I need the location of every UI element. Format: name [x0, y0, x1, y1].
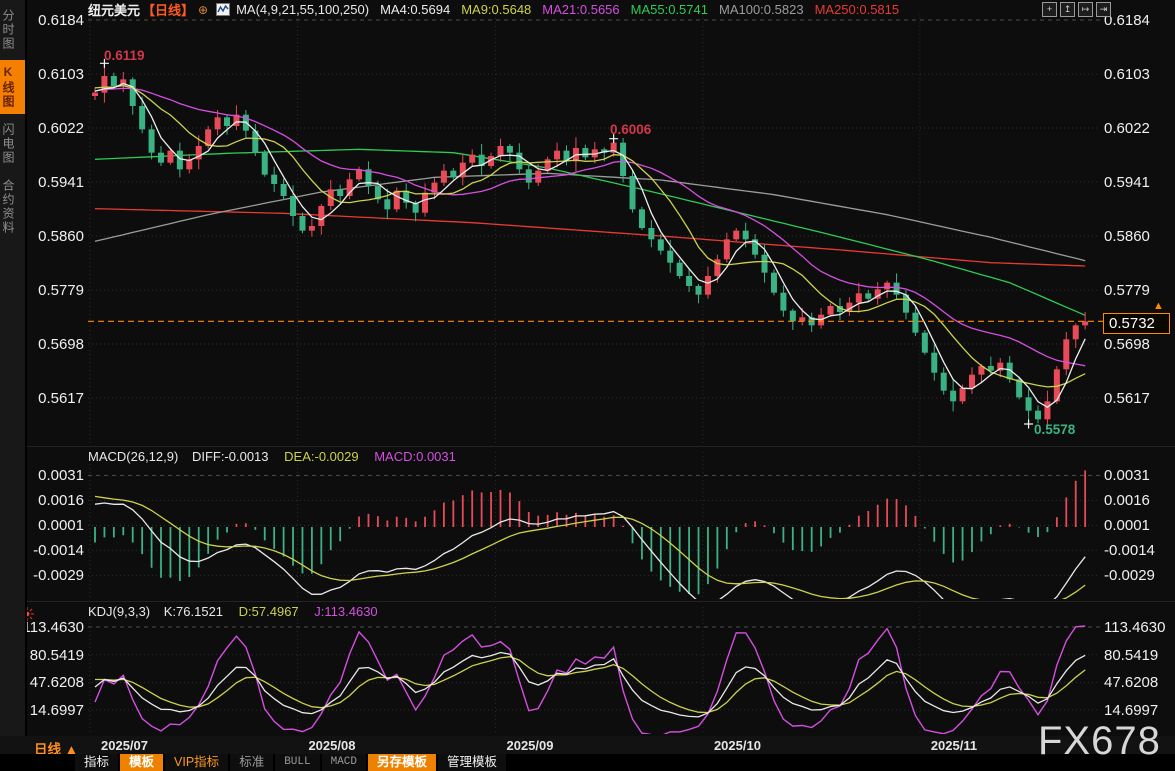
high-annotation-sept: 0.6006 [610, 122, 651, 137]
price-label-left: 0.6103 [28, 66, 84, 83]
current-price-label: 0.5732 [1103, 313, 1170, 334]
macd-header: MACD(26,12,9) DIFF:-0.0013 DEA:-0.0029 M… [88, 449, 456, 464]
ma-group-label: MA(4,9,21,55,100,250) [236, 2, 369, 17]
axis-scale-right-icon[interactable]: ↦ [1078, 2, 1093, 17]
kdj-label-right: 14.6997 [1104, 702, 1174, 719]
macd-dea-value: DEA:-0.0029 [284, 449, 358, 464]
month-label: 2025/08 [308, 738, 355, 753]
month-label: 2025/10 [714, 738, 761, 753]
link-icon[interactable]: ⊕ [198, 3, 208, 17]
price-label-right: 0.6103 [1104, 66, 1174, 83]
kdj-title[interactable]: KDJ(9,3,3) [88, 604, 150, 619]
price-label-right: 0.5941 [1104, 174, 1174, 191]
pan-icon[interactable]: + [1042, 2, 1057, 17]
bottom-tabs-row: 指标模板VIP指标标准BULLMACD另存模板管理模板 [0, 754, 1175, 771]
sidebar-item-kline-active[interactable]: K线图 [0, 60, 25, 114]
macd-label-left: -0.0029 [28, 567, 84, 584]
macd-label-right: 0.0001 [1104, 517, 1174, 534]
high-annotation-july: 0.6119 [104, 48, 145, 63]
ma-value-label: MA250:0.5815 [815, 2, 900, 17]
kdj-k-value: K:76.1521 [164, 604, 223, 619]
bottom-tab-[interactable]: 另存模板 [368, 754, 436, 771]
ma-value-label: MA4:0.5694 [380, 2, 450, 17]
kdj-label-right: 80.5419 [1104, 647, 1174, 664]
watermark: FX678 [1038, 719, 1161, 764]
bottom-tab-BULL[interactable]: BULL [275, 754, 319, 771]
macd-label-right: -0.0014 [1104, 542, 1174, 559]
price-label-left: 0.5941 [28, 174, 84, 191]
chart-toolbar: +↥↦⇥ [1042, 2, 1111, 17]
trading-app: 分时图 K线图闪电图合约资料 纽元美元 【日线】 ⊕ MA(4,9,21,55,1… [0, 0, 1175, 771]
price-label-right: 0.5617 [1104, 390, 1174, 407]
kdj-panel [95, 626, 1085, 736]
ma-value-label: MA9:0.5648 [461, 2, 531, 17]
chart-header: 纽元美元 【日线】 ⊕ MA(4,9,21,55,100,250) MA4:0.… [88, 2, 899, 17]
macd-label-right: -0.0029 [1104, 567, 1174, 584]
sidebar-item-tab[interactable]: 合约资料 [0, 174, 25, 240]
month-label: 2025/09 [506, 738, 553, 753]
month-label: 2025/07 [101, 738, 148, 753]
sidebar-item-tab[interactable]: 闪电图 [0, 118, 25, 170]
kdj-label-right: 113.4630 [1104, 619, 1174, 636]
price-label-left: 0.5698 [28, 336, 84, 353]
price-label-right: 0.6184 [1104, 12, 1174, 29]
price-marker-icon: ▲ [1153, 300, 1164, 312]
main-chart-panel [92, 63, 1088, 429]
macd-hist-value: MACD:0.0031 [374, 449, 456, 464]
price-label-left: 0.6022 [28, 120, 84, 137]
candlestick-series [92, 63, 1088, 429]
ma-chart-icon[interactable] [216, 3, 230, 16]
price-label-left: 0.5779 [28, 282, 84, 299]
macd-label-right: 0.0031 [1104, 467, 1174, 484]
macd-title[interactable]: MACD(26,12,9) [88, 449, 178, 464]
kdj-d-value: D:57.4967 [239, 604, 299, 619]
chart-canvas[interactable] [0, 0, 1175, 771]
sidebar: 分时图 K线图闪电图合约资料 [0, 0, 27, 736]
macd-diff-value: DIFF:-0.0013 [192, 449, 269, 464]
month-label: 2025/11 [931, 738, 977, 753]
price-label-right: 0.6022 [1104, 120, 1174, 137]
ma-values: MA4:0.5694 MA9:0.5648 MA21:0.5656 MA55:0.57… [369, 2, 899, 17]
time-axis-row: 日线 ▲ 2025/072025/082025/092025/102025/11 [0, 736, 1175, 754]
price-label-right: 0.5860 [1104, 228, 1174, 245]
sidebar-item-tab[interactable]: 分时图 [0, 4, 25, 56]
macd-label-left: -0.0014 [28, 542, 84, 559]
price-label-left: 0.6184 [28, 12, 84, 29]
axis-scale-up-icon[interactable]: ↥ [1060, 2, 1075, 17]
price-label-left: 0.5617 [28, 390, 84, 407]
macd-label-left: 0.0001 [28, 517, 84, 534]
macd-label-left: 0.0031 [28, 467, 84, 484]
low-annotation-nov: 0.5578 [1034, 422, 1075, 437]
bottom-tab-[interactable]: 管理模板 [438, 754, 506, 771]
period-tag[interactable]: 【日线】 [142, 0, 194, 19]
macd-label-left: 0.0016 [28, 492, 84, 509]
ma-value-label: MA21:0.5656 [542, 2, 619, 17]
bottom-tab-MACD[interactable]: MACD [322, 754, 366, 771]
macd-label-right: 0.0016 [1104, 492, 1174, 509]
ma-value-label: MA100:0.5823 [719, 2, 804, 17]
kdj-header: KDJ(9,3,3) K:76.1521 D:57.4967 J:113.463… [88, 604, 378, 619]
price-label-left: 0.5860 [28, 228, 84, 245]
price-label-right: 0.5779 [1104, 282, 1174, 299]
symbol-title: 纽元美元 [88, 0, 140, 19]
kdj-j-value: J:113.4630 [314, 604, 377, 619]
ma-value-label: MA55:0.5741 [631, 2, 708, 17]
bottom-tab-VIP[interactable]: VIP指标 [165, 754, 228, 771]
price-label-right: 0.5698 [1104, 336, 1174, 353]
macd-panel [95, 470, 1085, 611]
collapse-panel-icon[interactable]: ⇥ [1096, 2, 1111, 17]
bottom-tab-[interactable]: 模板 [120, 754, 163, 771]
bottom-tab-[interactable]: 标准 [230, 754, 273, 771]
bottom-tab-[interactable]: 指标 [75, 754, 118, 771]
kdj-label-right: 47.6208 [1104, 674, 1174, 691]
